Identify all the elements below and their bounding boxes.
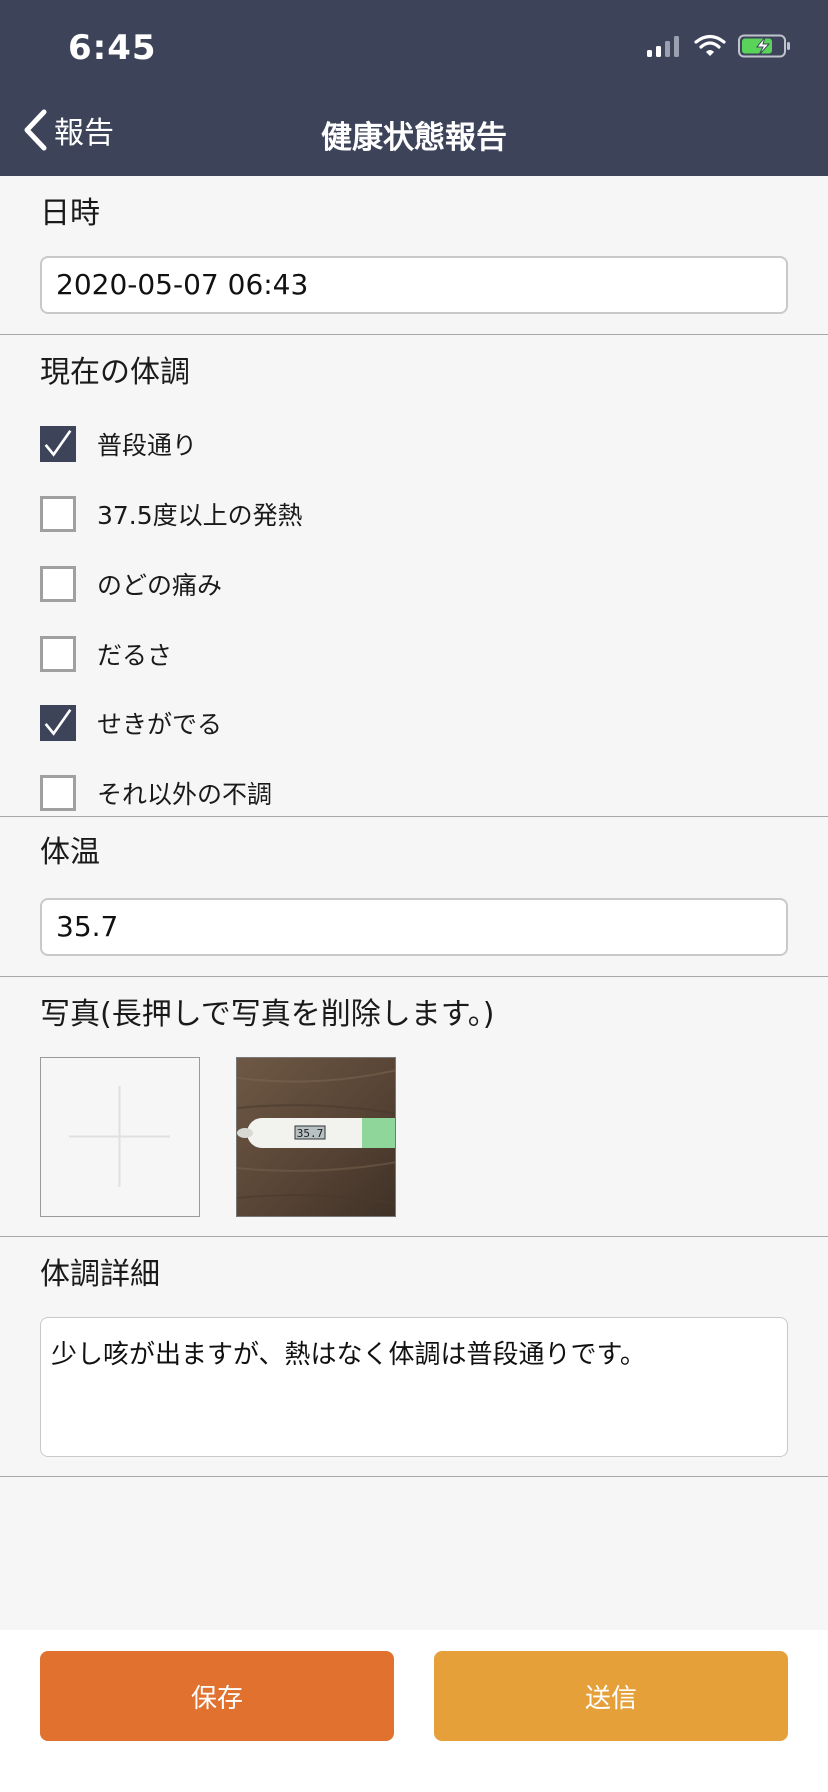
condition-option-other[interactable]: それ以外の不調 [40,775,272,811]
nav-header: 6:45 報告 健康状態報告 [0,0,828,176]
condition-option-cough[interactable]: せきがでる [40,705,222,741]
datetime-section: 日時 2020-05-07 06:43 [0,176,828,335]
checkmark-icon [44,430,72,457]
status-icons [646,34,792,58]
photo-thumbnail[interactable]: 35.7 [236,1057,396,1217]
checkmark-icon [44,709,72,736]
checkbox[interactable] [40,775,76,811]
details-label: 体調詳細 [40,1257,160,1292]
checkbox-label: それ以外の不調 [97,780,273,809]
datetime-label: 日時 [40,196,100,231]
checkbox[interactable] [40,426,76,462]
add-photo-button[interactable] [40,1057,200,1217]
condition-option-normal[interactable]: 普段通り [40,426,197,462]
wifi-icon [694,34,726,56]
condition-option-sore-throat[interactable]: のどの痛み [40,566,222,602]
thermometer-photo: 35.7 [237,1058,395,1216]
battery-charging-icon [738,34,790,58]
condition-label: 現在の体調 [40,355,190,390]
photo-label: 写真(長押しで写真を削除します。) [40,997,495,1032]
page-title: 健康状態報告 [321,120,507,156]
thermometer-reading: 35.7 [297,1127,324,1140]
checkbox-label: だるさ [97,641,173,670]
plus-icon [69,1086,170,1187]
checkbox-label: 普段通り [97,431,198,460]
save-button[interactable]: 保存 [40,1651,394,1741]
send-button[interactable]: 送信 [434,1651,788,1741]
checkbox[interactable] [40,705,76,741]
condition-option-fatigue[interactable]: だるさ [40,636,172,672]
checkbox-label: せきがでる [97,710,223,739]
checkbox[interactable] [40,496,76,532]
details-textarea[interactable]: 少し咳が出ますが、熱はなく体調は普段通りです。 [40,1317,788,1457]
cellular-signal-icon [647,36,679,57]
checkbox[interactable] [40,566,76,602]
checkbox-label: のどの痛み [97,571,223,600]
condition-option-fever[interactable]: 37.5度以上の発熱 [40,496,303,532]
temperature-label: 体温 [40,835,100,870]
temperature-field[interactable]: 35.7 [40,898,788,956]
footer: 保存 送信 [0,1630,828,1792]
temperature-section: 体温 35.7 [0,817,828,977]
condition-section: 現在の体調 普段通り 37.5度以上の発熱 のどの痛み だるさ せきがでる それ [0,335,828,817]
checkbox[interactable] [40,636,76,672]
datetime-field[interactable]: 2020-05-07 06:43 [40,256,788,314]
status-time: 6:45 [68,28,157,68]
checkbox-label: 37.5度以上の発熱 [97,501,303,530]
